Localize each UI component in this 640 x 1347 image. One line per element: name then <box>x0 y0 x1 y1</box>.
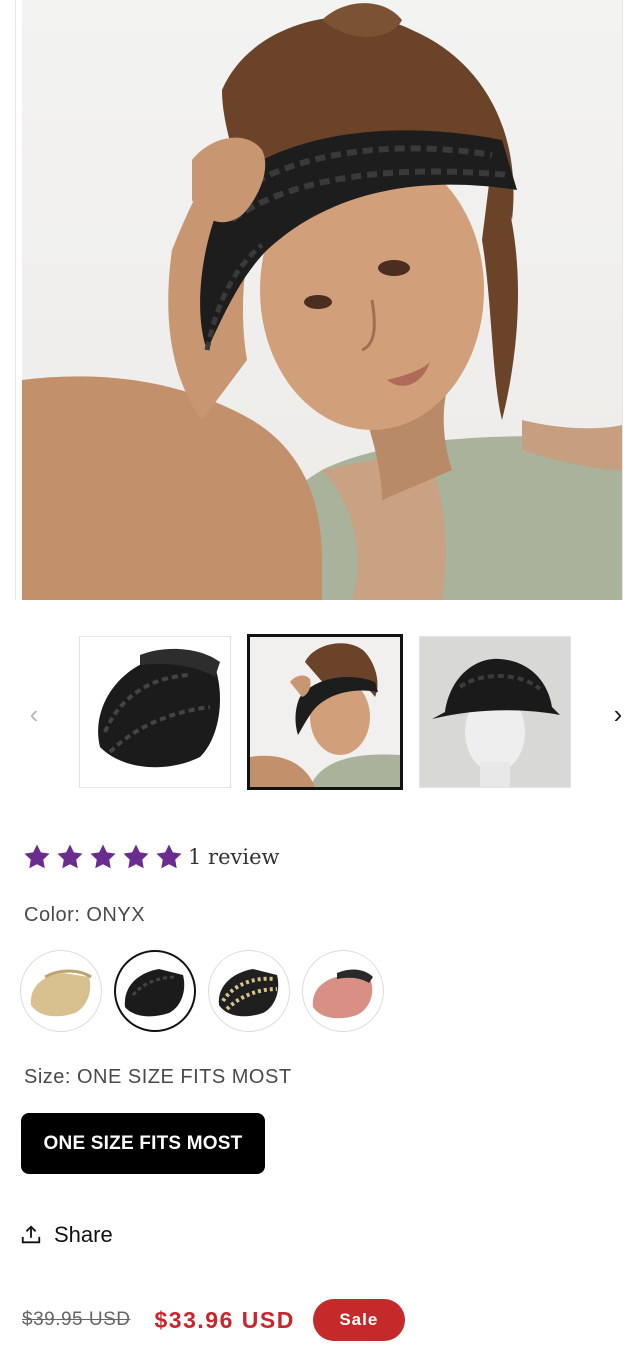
star-icon <box>90 844 116 869</box>
review-count-link[interactable]: 1 review <box>188 845 280 869</box>
star-icon <box>24 844 50 869</box>
size-value: ONE SIZE FITS MOST <box>76 1066 292 1088</box>
swatch-black-natural[interactable] <box>208 950 290 1032</box>
share-button[interactable]: Share <box>20 1222 113 1248</box>
product-main-image[interactable] <box>0 0 640 600</box>
gallery-next-slide-edge <box>622 0 640 600</box>
mannequin-thumb <box>420 637 570 787</box>
star-icon <box>156 844 182 869</box>
swatch-black-natural-image <box>213 955 285 1027</box>
size-option-button[interactable]: ONE SIZE FITS MOST <box>21 1113 265 1174</box>
color-swatches <box>20 950 384 1032</box>
regular-price: $39.95 USD <box>22 1309 131 1330</box>
color-value: ONYX <box>86 904 146 926</box>
size-label-text: Size: <box>24 1066 71 1088</box>
swatch-natural-image <box>25 955 97 1027</box>
color-label: Color: ONYX <box>24 904 145 927</box>
thumbnail-2-selected[interactable] <box>247 634 403 790</box>
star-icon <box>57 844 83 869</box>
swatch-onyx-image <box>119 955 191 1027</box>
color-label-text: Color: <box>24 904 81 926</box>
price-block: $39.95 USD $33.96 USD Sale <box>22 1298 405 1342</box>
model-illustration <box>22 3 622 600</box>
model-thumb <box>250 637 400 787</box>
size-label: Size: ONE SIZE FITS MOST <box>24 1066 292 1089</box>
thumbnail-3[interactable] <box>419 636 571 788</box>
swatch-blush[interactable] <box>302 950 384 1032</box>
share-label: Share <box>54 1222 113 1247</box>
sale-badge: Sale <box>312 1299 405 1341</box>
chevron-right-icon[interactable]: › <box>606 701 630 728</box>
product-rating[interactable]: 1 review <box>22 840 280 874</box>
swatch-blush-image <box>307 955 379 1027</box>
main-photo <box>22 0 622 600</box>
thumbnail-gallery: ‹ › <box>0 634 640 790</box>
sale-price: $33.96 USD <box>154 1306 295 1333</box>
chevron-left-icon[interactable]: ‹ <box>22 701 46 728</box>
rating-stars <box>22 842 184 872</box>
star-icon <box>123 844 149 869</box>
thumbnail-1[interactable] <box>79 636 231 788</box>
visor-product-thumb <box>98 648 220 768</box>
swatch-onyx-selected[interactable] <box>114 950 196 1032</box>
swatch-natural[interactable] <box>20 950 102 1032</box>
gallery-prev-slide-edge <box>0 0 16 600</box>
share-icon <box>21 1225 41 1244</box>
